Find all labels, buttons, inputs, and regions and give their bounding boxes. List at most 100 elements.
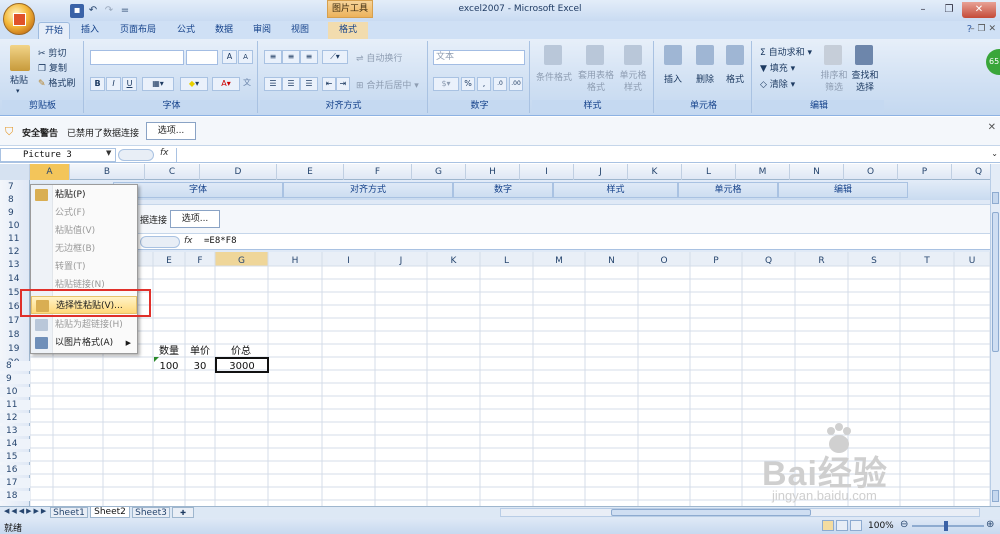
- insert-sheet-icon[interactable]: ✚: [172, 507, 194, 518]
- orientation-button[interactable]: ⟋▾: [322, 50, 348, 64]
- page-break-view-icon[interactable]: [850, 520, 862, 531]
- border-button[interactable]: ▦▾: [142, 77, 174, 91]
- tab-data[interactable]: 数据: [208, 22, 240, 39]
- row-header-11[interactable]: 11: [0, 234, 30, 244]
- wrap-text-button[interactable]: ⇌ 自动换行: [356, 51, 402, 64]
- increase-decimal-button[interactable]: .0: [493, 77, 507, 91]
- redo-icon[interactable]: ↷: [102, 4, 116, 18]
- restore-button[interactable]: ❐: [936, 2, 962, 18]
- column-header-e[interactable]: E: [277, 164, 344, 180]
- column-header-o[interactable]: O: [844, 164, 898, 180]
- normal-view-icon[interactable]: [822, 520, 834, 531]
- zoom-level[interactable]: 100%: [868, 521, 894, 531]
- fill-color-button[interactable]: ◆▾: [180, 77, 208, 91]
- sheet-nav-icons[interactable]: ◀◀◀▶▶▶: [4, 507, 48, 515]
- column-header-g[interactable]: G: [412, 164, 466, 180]
- sheet-tab-1[interactable]: Sheet1: [50, 507, 88, 518]
- delete-cells-button[interactable]: 删除: [696, 72, 714, 85]
- font-size-combo[interactable]: [186, 50, 218, 65]
- number-format-combo[interactable]: 文本: [433, 50, 525, 65]
- row-header-8[interactable]: 8: [0, 195, 30, 205]
- tab-formulas[interactable]: 公式: [170, 22, 202, 39]
- vertical-scrollbar[interactable]: [990, 164, 1000, 506]
- sheet-tab-2[interactable]: Sheet2: [90, 507, 130, 518]
- row-header-14[interactable]: 14: [0, 274, 30, 284]
- column-header-k[interactable]: K: [628, 164, 682, 180]
- find-select-button[interactable]: 查找和选择: [850, 70, 880, 94]
- row-header-13[interactable]: 13: [0, 260, 30, 270]
- cut-button[interactable]: ✂ 剪切: [38, 46, 66, 59]
- sheet-tab-3[interactable]: Sheet3: [132, 507, 170, 518]
- insert-function-button[interactable]: fx: [160, 148, 169, 158]
- currency-button[interactable]: $▾: [433, 77, 459, 91]
- fill-button[interactable]: ▼ 填充 ▾: [760, 61, 795, 74]
- column-header-a[interactable]: A: [30, 164, 70, 180]
- h-scroll-thumb[interactable]: [611, 509, 811, 516]
- column-header-f[interactable]: F: [344, 164, 412, 180]
- tab-page-layout[interactable]: 页面布局: [112, 22, 164, 39]
- decrease-indent-icon[interactable]: ⇤: [322, 77, 336, 91]
- zoom-out-icon[interactable]: ⊖: [900, 519, 908, 530]
- align-left-icon[interactable]: ☰: [264, 77, 282, 91]
- middle-align-icon[interactable]: ≡: [282, 50, 300, 64]
- comma-button[interactable]: ,: [477, 77, 491, 91]
- sort-filter-button[interactable]: 排序和筛选: [820, 70, 848, 94]
- row-header-19[interactable]: 19: [0, 344, 30, 354]
- menu-item-paste[interactable]: 粘贴(P): [31, 186, 137, 204]
- customize-qat-icon[interactable]: =: [118, 4, 132, 18]
- tab-home[interactable]: 开始: [38, 22, 70, 39]
- minimize-button[interactable]: –: [910, 2, 936, 18]
- insert-cells-button[interactable]: 插入: [664, 72, 682, 85]
- bold-button[interactable]: B: [90, 77, 105, 91]
- security-options-button[interactable]: 选项...: [146, 122, 196, 140]
- column-header-p[interactable]: P: [898, 164, 952, 180]
- zoom-in-icon[interactable]: ⊕: [986, 519, 994, 530]
- column-header-h[interactable]: H: [466, 164, 520, 180]
- align-center-icon[interactable]: ☰: [282, 77, 300, 91]
- zoom-slider[interactable]: [912, 521, 984, 531]
- scroll-down-icon[interactable]: [992, 490, 999, 502]
- underline-button[interactable]: U: [122, 77, 137, 91]
- font-color-button[interactable]: A▾: [212, 77, 240, 91]
- column-header-j[interactable]: J: [574, 164, 628, 180]
- row-header-9[interactable]: 9: [0, 208, 30, 218]
- paste-dropdown-icon[interactable]: ▾: [16, 87, 20, 95]
- tab-insert[interactable]: 插入: [74, 22, 106, 39]
- paste-button[interactable]: 粘贴: [10, 73, 28, 86]
- close-security-icon[interactable]: ✕: [988, 122, 996, 133]
- shrink-font-button[interactable]: A: [238, 50, 253, 64]
- row-header-7[interactable]: 7: [0, 182, 30, 192]
- expand-formula-icon[interactable]: ⌄: [991, 149, 998, 158]
- italic-button[interactable]: I: [106, 77, 121, 91]
- tab-view[interactable]: 视图: [284, 22, 316, 39]
- conditional-format-button[interactable]: 条件格式: [536, 70, 572, 83]
- menu-item-as-picture[interactable]: 以图片格式(A) ▶: [31, 334, 137, 352]
- column-header-d[interactable]: D: [200, 164, 277, 180]
- increase-indent-icon[interactable]: ⇥: [336, 77, 350, 91]
- font-name-combo[interactable]: [90, 50, 184, 65]
- grow-font-button[interactable]: A: [222, 50, 237, 64]
- ribbon-window-controls-icon[interactable]: – ❐ ✕: [970, 24, 996, 34]
- column-header-n[interactable]: N: [790, 164, 844, 180]
- tab-review[interactable]: 审阅: [246, 22, 278, 39]
- scroll-up-icon[interactable]: [992, 192, 999, 204]
- save-icon[interactable]: ▪: [70, 3, 84, 18]
- row-header-10[interactable]: 10: [0, 221, 30, 231]
- cell-styles-button[interactable]: 单元格样式: [618, 70, 648, 94]
- formula-toggle[interactable]: [118, 149, 154, 161]
- format-cells-button[interactable]: 格式: [726, 72, 744, 85]
- merge-center-button[interactable]: ⊞ 合并后居中 ▾: [356, 78, 419, 91]
- column-header-b[interactable]: B: [70, 164, 145, 180]
- office-button[interactable]: [3, 3, 35, 35]
- name-box-dropdown-icon[interactable]: ▼: [106, 149, 111, 157]
- column-header-i[interactable]: I: [520, 164, 574, 180]
- row-header-18[interactable]: 18: [0, 330, 30, 340]
- column-header-l[interactable]: L: [682, 164, 736, 180]
- top-align-icon[interactable]: ≡: [264, 50, 282, 64]
- align-right-icon[interactable]: ☰: [300, 77, 318, 91]
- autosum-button[interactable]: Σ 自动求和 ▾: [760, 45, 812, 58]
- select-all-corner[interactable]: [0, 164, 30, 180]
- name-box[interactable]: Picture 3: [0, 148, 116, 162]
- formula-input[interactable]: [176, 148, 986, 162]
- format-painter-button[interactable]: ✎ 格式刷: [38, 76, 75, 89]
